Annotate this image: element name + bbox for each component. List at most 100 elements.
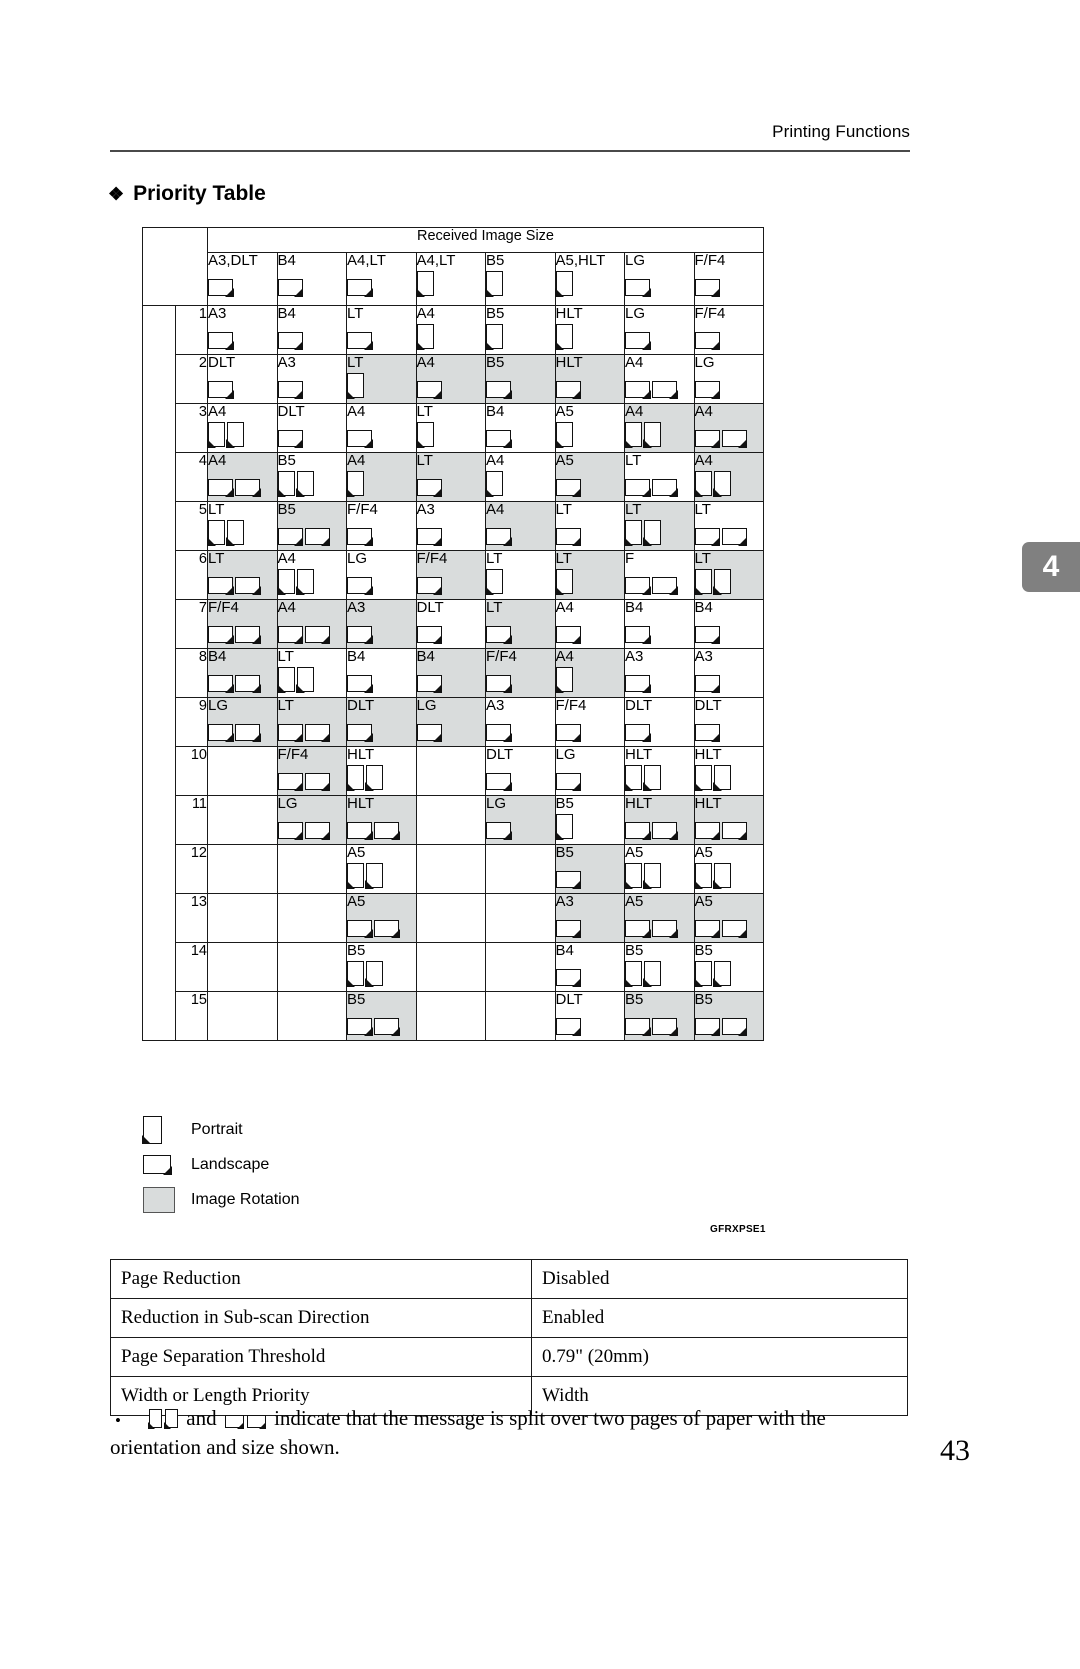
cell-size-label: A5: [625, 844, 644, 861]
table-cell: A4: [485, 501, 556, 551]
legend-label: Landscape: [191, 1155, 270, 1173]
cell-size-label: A3: [486, 697, 505, 714]
portrait-page-icon: [226, 520, 244, 546]
cell-size-label: A5: [694, 844, 713, 861]
table-row: 15 B5 DLT B5 B5: [143, 991, 764, 1041]
landscape-page-icon: [652, 920, 678, 938]
landscape-page-icon: [208, 724, 234, 742]
cell-icons: [554, 270, 625, 297]
landscape-page-icon: [486, 773, 512, 791]
table-row: 11 LG HLT LG B5 HLT HLT: [143, 795, 764, 845]
table-cell: [276, 893, 347, 943]
cell-icons: [276, 666, 347, 693]
landscape-page-icon: [486, 626, 512, 644]
landscape-page-icon: [304, 626, 331, 644]
cell-size-label: A3: [277, 354, 296, 371]
table-cell: A3: [554, 893, 625, 943]
landscape-page-icon: [555, 920, 582, 938]
footnote-after: indicate that the message is split over …: [110, 1406, 826, 1459]
table-cell: [485, 844, 556, 894]
cell-size-label: LT: [694, 501, 711, 518]
landscape-page-icon: [486, 381, 512, 399]
landscape-page-icon: [208, 626, 234, 644]
cell-icons: [417, 945, 486, 971]
cell-icons: [347, 911, 416, 938]
cell-icons: [208, 617, 277, 644]
table-cell: A4: [276, 550, 347, 600]
cell-size-label: A5: [625, 893, 644, 910]
cell-size-label: A4: [555, 599, 574, 616]
table-cell: F/F4: [276, 746, 347, 796]
cell-icons: [276, 568, 347, 595]
cell-size-label: A5: [347, 893, 366, 910]
cell-icons: [346, 960, 416, 987]
table-cell: F/F4: [693, 305, 764, 355]
figure-code: GFRXPSE1: [710, 1224, 766, 1235]
table-cell: F/F4: [485, 648, 556, 698]
cell-size-label: LT: [277, 648, 294, 665]
cell-icons: [346, 372, 416, 399]
row-priority-number: 15: [175, 991, 208, 1041]
cell-size-label: LT: [416, 452, 433, 469]
table-cell: HLT: [554, 354, 625, 404]
cell-icons: [417, 749, 486, 775]
table-group-header-row: Received Image Size: [142, 227, 764, 253]
landscape-page-icon: [208, 479, 234, 497]
cell-icons: [486, 617, 555, 644]
table-corner: [142, 227, 208, 253]
cell-size-label: LT: [416, 403, 433, 420]
table-cell: A5: [693, 844, 764, 894]
landscape-page-icon: [625, 1018, 651, 1036]
table-cell: LG: [415, 697, 486, 747]
legend-item-landscape: Landscape: [143, 1147, 300, 1182]
portrait-page-icon: [365, 961, 383, 987]
cell-icons: [415, 421, 486, 448]
cell-icons: [694, 617, 764, 644]
table-row: 13 A5 A3 A5 A5: [143, 893, 764, 943]
table-cell: LG: [693, 354, 764, 404]
table-cell: B5: [554, 844, 625, 894]
cell-icons: [417, 994, 486, 1020]
table-cell: [207, 795, 278, 845]
table-cell: DLT: [624, 697, 695, 747]
landscape-page-icon: [555, 724, 582, 742]
table-cell: [207, 844, 278, 894]
cell-icons: [208, 896, 277, 922]
cell-size-label: LT: [277, 697, 294, 714]
cell-size-label: LG: [694, 354, 715, 371]
landscape-page-icon: [694, 279, 721, 297]
table-cell: DLT: [207, 354, 278, 404]
table-cell: A4: [276, 599, 347, 649]
cell-size-label: A4: [486, 501, 505, 518]
landscape-page-icon: [486, 528, 512, 546]
cell-size-label: F/F4: [208, 599, 239, 616]
landscape-page-icon: [555, 626, 582, 644]
table-cell: A4: [624, 403, 695, 453]
portrait-page-icon: [346, 373, 364, 399]
table-row: 3 A4 DLT A4 LT B4 A5 A4 A4: [143, 403, 764, 453]
cell-size-label: F/F4: [277, 746, 309, 763]
cell-size-label: A4,LT: [416, 252, 456, 269]
cell-icons: [417, 896, 486, 922]
cell-size-label: LT: [694, 550, 711, 567]
shade-swatch-icon: [143, 1186, 177, 1213]
cell-icons: [624, 421, 694, 448]
cell-icons: [486, 715, 555, 742]
cell-size-label: F/F4: [555, 697, 587, 714]
cell-icons: [693, 862, 764, 889]
table-cell: LT: [485, 599, 556, 649]
priority-table-wrapper: Received Image Size A3,DLT B4 A4,LT A4,LT B5 A…: [142, 227, 764, 1041]
cell-size-label: B4: [277, 252, 296, 269]
cell-size-label: B5: [555, 844, 574, 861]
landscape-page-icon: [652, 381, 678, 399]
portrait-page-icon: [624, 863, 642, 889]
legend: Portrait Landscape Image Rotation: [142, 1112, 300, 1217]
landscape-page-icon: [304, 528, 331, 546]
cell-icons: [208, 715, 277, 742]
column-header-4: A4,LT: [415, 252, 486, 306]
portrait-page-icon: [276, 569, 295, 595]
cell-size-label: B5: [486, 252, 505, 269]
cell-icons: [693, 568, 764, 595]
cell-size-label: A5,HLT: [555, 252, 606, 269]
table-cell: F: [624, 550, 695, 600]
